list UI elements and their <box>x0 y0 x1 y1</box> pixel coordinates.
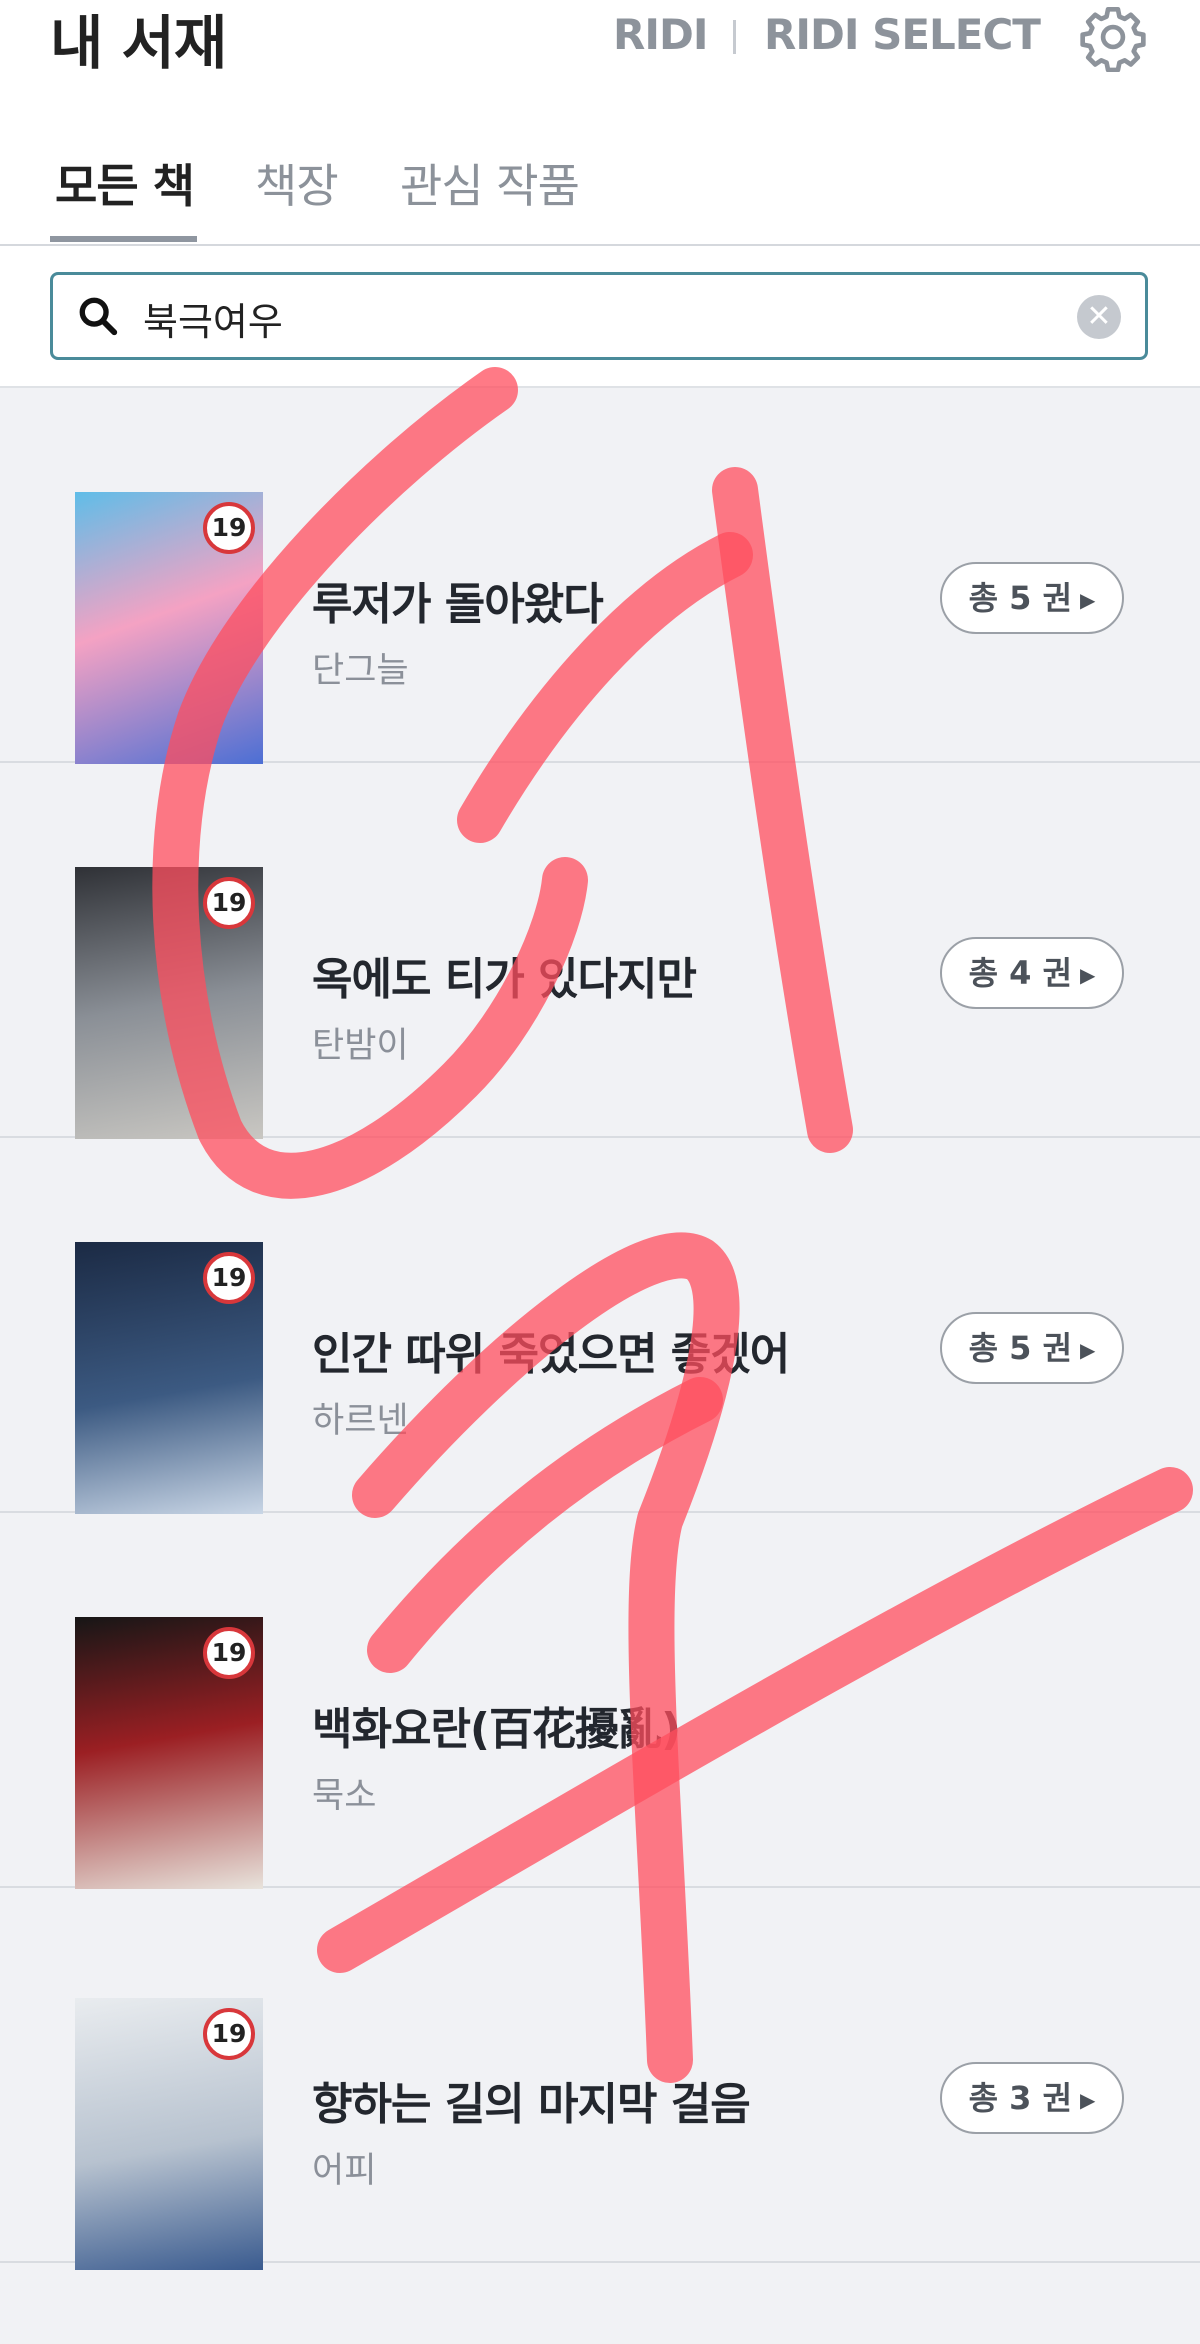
chevron-right-icon: ▶ <box>1080 588 1096 612</box>
volume-count-button[interactable]: 총 5 권 ▶ <box>940 562 1124 634</box>
close-icon[interactable]: ✕ <box>1077 295 1121 339</box>
book-author: 어피 <box>312 2151 377 2191</box>
chevron-right-icon: ▶ <box>1080 1338 1096 1362</box>
list-item[interactable]: 19 루저가 돌아왔다 단그늘 총 5 권 ▶ <box>0 388 1200 764</box>
search-icon <box>79 297 118 336</box>
book-title[interactable]: 백화요란(百花擾亂) <box>312 1693 681 1757</box>
list-item[interactable]: 19 백화요란(百花擾亂) 묵소 <box>0 1513 1200 1889</box>
book-title[interactable]: 루저가 돌아왔다 <box>312 568 604 632</box>
volume-count-button[interactable]: 총 4 권 ▶ <box>940 937 1124 1009</box>
chevron-right-icon: ▶ <box>1080 2088 1096 2112</box>
tab-bookshelf[interactable]: 책장 <box>255 150 339 216</box>
book-author: 묵소 <box>312 1776 377 1816</box>
adult-badge: 19 <box>203 1627 255 1679</box>
list-item[interactable]: 19 옥에도 티가 있다지만 탄밤이 총 4 권 ▶ <box>0 763 1200 1139</box>
book-cover[interactable]: 19 <box>75 1617 263 1889</box>
book-cover[interactable]: 19 <box>75 1998 263 2270</box>
tab-all-books[interactable]: 모든 책 <box>55 150 195 216</box>
chevron-right-icon: ▶ <box>1080 963 1096 987</box>
list-item[interactable]: 19 인간 따위 죽었으면 좋겠어 하르넨 총 5 권 ▶ <box>0 1138 1200 1514</box>
book-author: 하르넨 <box>312 1401 409 1441</box>
book-author: 단그늘 <box>312 651 409 691</box>
book-cover[interactable]: 19 <box>75 492 263 764</box>
book-author: 탄밤이 <box>312 1026 409 1066</box>
list-item[interactable]: 19 향하는 길의 마지막 걸음 어피 총 3 권 ▶ <box>0 1888 1200 2270</box>
book-title[interactable]: 인간 따위 죽었으면 좋겠어 <box>312 1318 790 1382</box>
book-title[interactable]: 향하는 길의 마지막 걸음 <box>312 2068 751 2132</box>
book-cover[interactable]: 19 <box>75 867 263 1139</box>
book-title[interactable]: 옥에도 티가 있다지만 <box>312 943 697 1007</box>
page-title: 내 서재 <box>50 9 227 77</box>
adult-badge: 19 <box>203 502 255 554</box>
active-tab-indicator <box>50 236 197 242</box>
search-query[interactable]: 북극여우 <box>143 291 283 346</box>
search-input[interactable]: 북극여우 ✕ <box>50 272 1148 360</box>
adult-badge: 19 <box>203 877 255 929</box>
book-cover[interactable]: 19 <box>75 1242 263 1514</box>
volume-count-button[interactable]: 총 5 권 ▶ <box>940 1312 1124 1384</box>
gear-icon[interactable] <box>1078 2 1148 72</box>
tab-bar: 모든 책 책장 관심 작품 <box>0 140 1200 246</box>
ridi-link[interactable]: RIDI <box>613 10 708 59</box>
ridi-select-link[interactable]: RIDI SELECT <box>764 10 1041 59</box>
volume-count-button[interactable]: 총 3 권 ▶ <box>940 2062 1124 2134</box>
tab-wishlist[interactable]: 관심 작품 <box>400 150 580 216</box>
brand-divider <box>733 20 736 54</box>
adult-badge: 19 <box>203 1252 255 1304</box>
adult-badge: 19 <box>203 2008 255 2060</box>
search-area: 북극여우 ✕ <box>0 246 1200 388</box>
app-header: 내 서재 RIDI RIDI SELECT 모든 책 책장 관심 작품 <box>0 0 1200 246</box>
